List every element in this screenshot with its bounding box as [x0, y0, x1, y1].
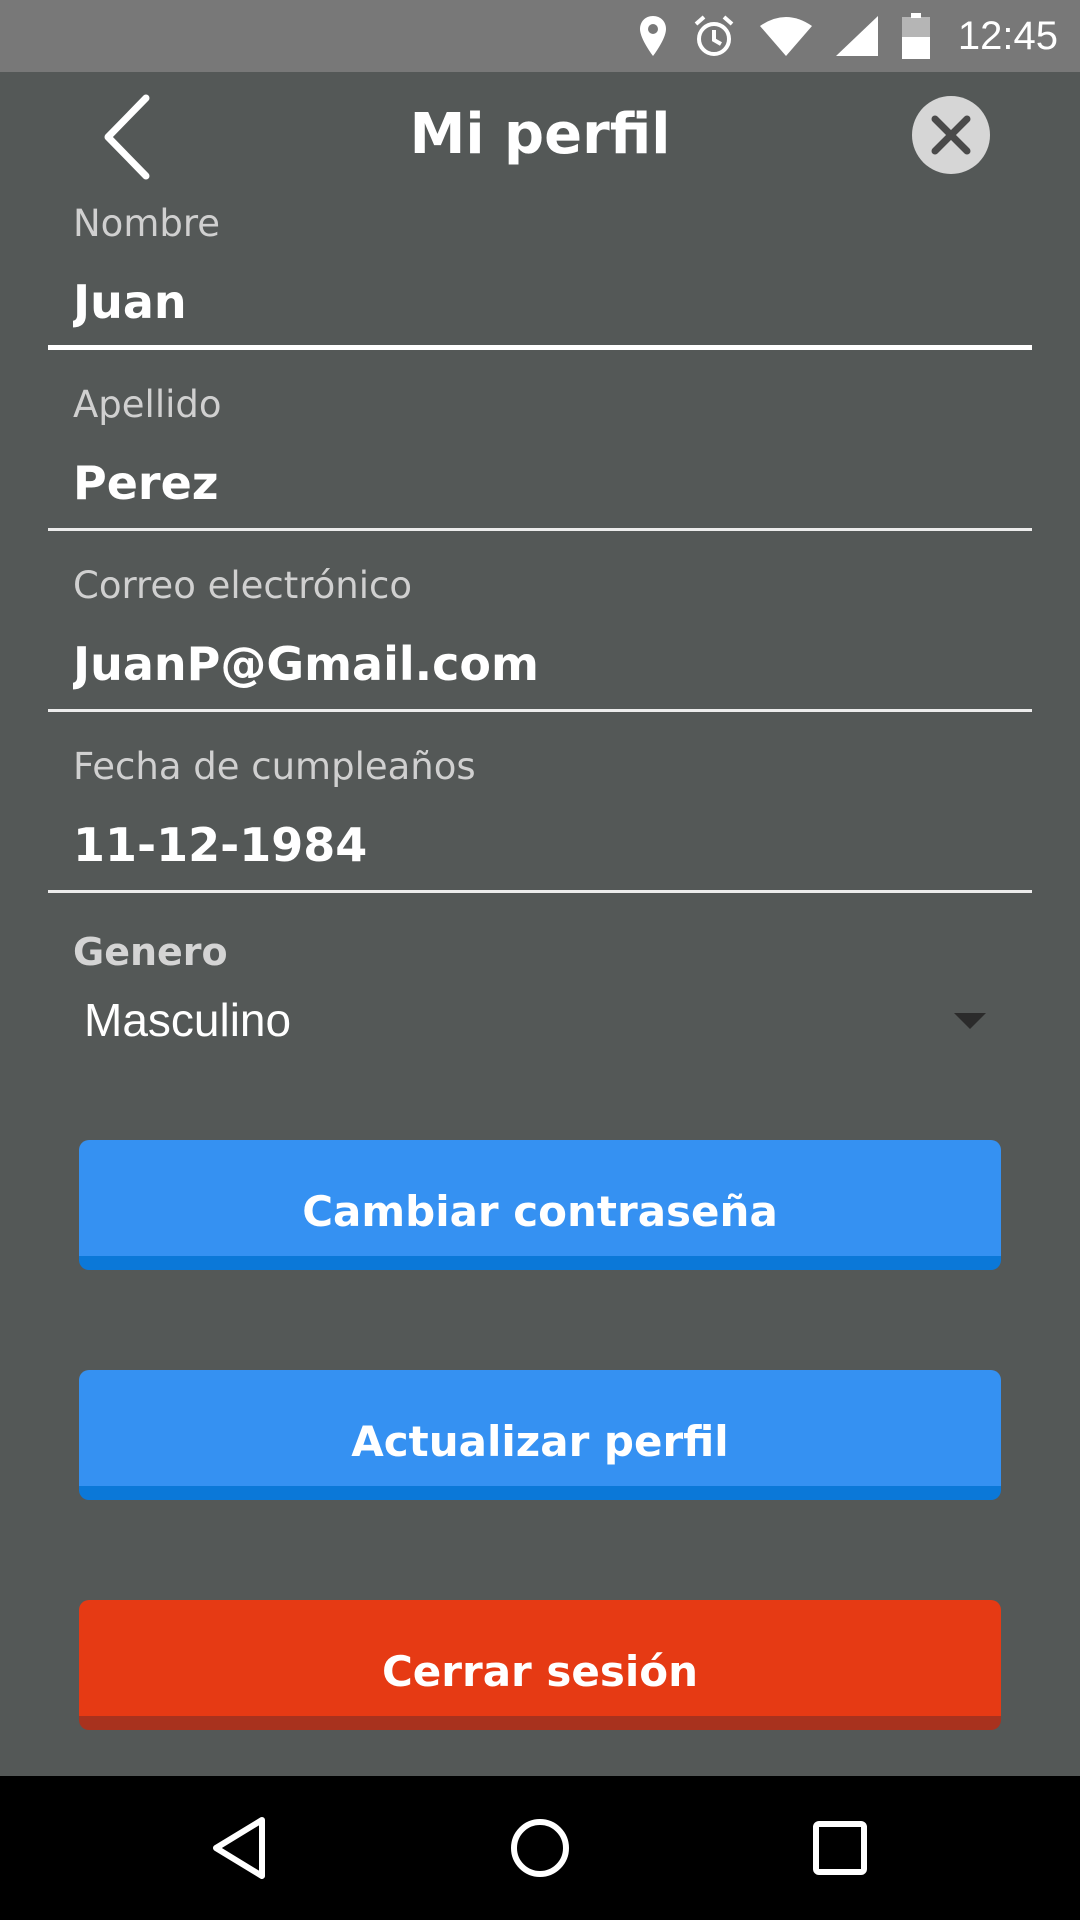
correo-label: Correo electrónico	[73, 564, 412, 607]
location-icon	[639, 16, 666, 56]
nombre-label: Nombre	[73, 202, 221, 245]
nav-recents-button[interactable]	[802, 1810, 878, 1886]
battery-icon	[901, 13, 930, 59]
apellido-label: Apellido	[73, 383, 222, 426]
apellido-underline	[48, 528, 1032, 531]
change-password-button[interactable]: Cambiar contraseña	[79, 1140, 1001, 1270]
signal-icon	[835, 16, 878, 56]
fecha-underline	[48, 890, 1032, 893]
close-icon	[931, 115, 971, 155]
apellido-input[interactable]	[73, 447, 1013, 519]
status-bar: 12:45	[0, 0, 1080, 72]
wifi-icon	[759, 17, 812, 56]
update-profile-button[interactable]: Actualizar perfil	[79, 1370, 1001, 1500]
recents-square-icon	[813, 1821, 867, 1875]
navigation-bar	[0, 1776, 1080, 1920]
nombre-underline	[48, 345, 1032, 350]
genero-select[interactable]: Masculino	[70, 985, 1000, 1055]
app-bar: Mi perfil	[0, 72, 1080, 202]
fecha-input[interactable]	[73, 809, 1013, 881]
correo-underline	[48, 709, 1032, 712]
status-icons: 12:45	[614, 0, 1058, 72]
logout-button[interactable]: Cerrar sesión	[79, 1600, 1001, 1730]
correo-input[interactable]	[73, 628, 1013, 700]
home-circle-icon	[511, 1819, 569, 1877]
genero-value: Masculino	[84, 994, 292, 1046]
nav-back-button[interactable]	[202, 1810, 278, 1886]
nombre-input[interactable]	[73, 266, 1013, 338]
fecha-label: Fecha de cumpleaños	[73, 745, 476, 788]
status-time: 12:45	[957, 13, 1058, 58]
close-button[interactable]	[912, 96, 990, 174]
alarm-icon	[694, 15, 734, 56]
genero-label: Genero	[73, 930, 228, 974]
dropdown-arrow-icon	[954, 1013, 986, 1029]
nav-home-button[interactable]	[502, 1810, 578, 1886]
back-triangle-icon	[213, 1817, 265, 1879]
